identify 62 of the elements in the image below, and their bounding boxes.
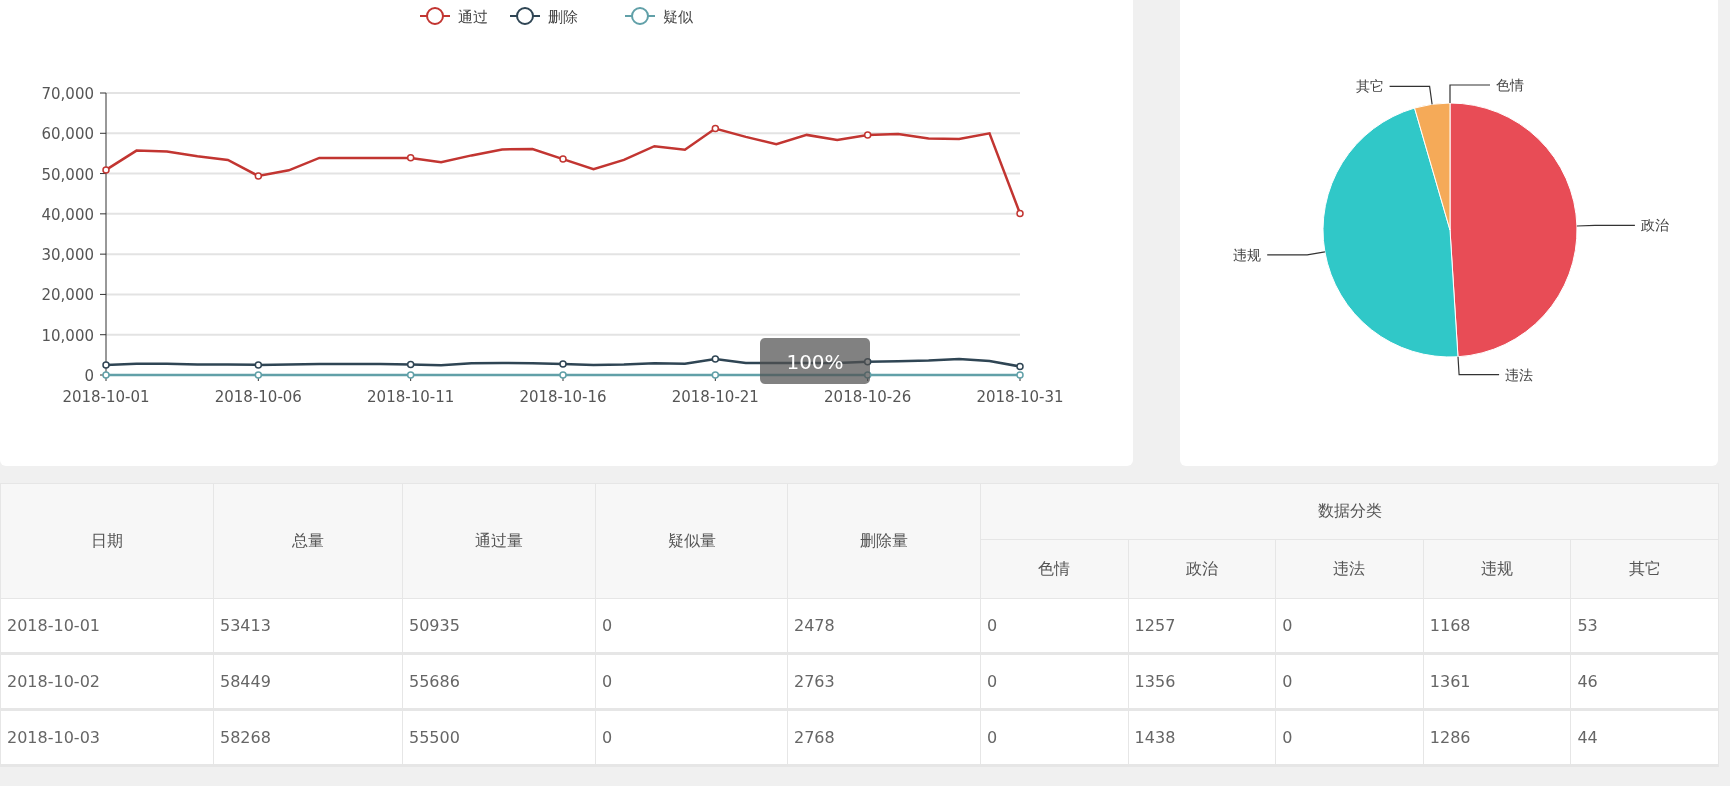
table-cell: 0 bbox=[980, 598, 1129, 654]
column-header: 通过量 bbox=[402, 483, 596, 599]
column-header: 其它 bbox=[1570, 539, 1719, 599]
axis-label: 2018-10-21 bbox=[671, 388, 759, 406]
axis-label: 2018-10-31 bbox=[976, 388, 1064, 406]
table-cell: 55500 bbox=[402, 709, 596, 766]
table-cell: 0 bbox=[1275, 598, 1424, 654]
table-cell: 58268 bbox=[213, 709, 403, 766]
column-header: 色情 bbox=[980, 539, 1129, 599]
slice-label: 违法 bbox=[1505, 366, 1534, 383]
axis-label: 30,000 bbox=[41, 246, 94, 265]
table-cell: 2763 bbox=[787, 653, 981, 710]
column-header: 总量 bbox=[213, 483, 403, 599]
axis-label: 10,000 bbox=[41, 326, 94, 345]
slice-label: 色情 bbox=[1496, 77, 1524, 93]
table-cell: 1257 bbox=[1128, 598, 1276, 654]
axis-label: 50,000 bbox=[41, 165, 94, 184]
axis-label: 70,000 bbox=[41, 85, 94, 103]
table-cell: 0 bbox=[1275, 653, 1424, 710]
slice-label: 违规 bbox=[1233, 246, 1262, 263]
table-cell: 44 bbox=[1570, 709, 1719, 766]
column-header: 政治 bbox=[1128, 539, 1276, 599]
axis-label: 40,000 bbox=[41, 205, 94, 224]
table-cell: 1168 bbox=[1423, 598, 1571, 654]
table-cell: 0 bbox=[1275, 709, 1424, 766]
table-cell: 2018-10-02 bbox=[0, 653, 214, 710]
axis-label: 2018-10-06 bbox=[214, 388, 302, 406]
table-cell: 2018-10-03 bbox=[0, 709, 214, 766]
table-cell: 1286 bbox=[1423, 709, 1571, 766]
table-cell: 1438 bbox=[1128, 709, 1276, 766]
axis-label: 60,000 bbox=[41, 125, 94, 144]
table-cell: 58449 bbox=[213, 653, 403, 710]
slice-label: 政治 bbox=[1640, 217, 1669, 234]
table-cell: 1361 bbox=[1423, 653, 1571, 710]
table-cell: 0 bbox=[595, 653, 788, 710]
table-cell: 53413 bbox=[213, 598, 403, 654]
column-header: 违法 bbox=[1275, 539, 1424, 599]
slice-label: 其它 bbox=[1355, 78, 1384, 95]
table-cell: 2018-10-01 bbox=[0, 598, 214, 654]
table-cell: 2768 bbox=[787, 709, 981, 766]
column-header: 日期 bbox=[0, 483, 214, 599]
zoom-badge: 100% bbox=[760, 338, 870, 384]
table-cell: 2478 bbox=[787, 598, 981, 654]
axis-label: 2018-10-26 bbox=[824, 388, 912, 406]
column-group-header: 数据分类 bbox=[980, 483, 1719, 540]
table-cell: 0 bbox=[595, 709, 788, 766]
table-cell: 53 bbox=[1570, 598, 1719, 654]
column-header: 删除量 bbox=[787, 483, 981, 599]
column-header: 违规 bbox=[1423, 539, 1571, 599]
axis-label: 2018-10-01 bbox=[62, 388, 150, 406]
axis-label: 20,000 bbox=[41, 286, 94, 305]
column-header: 疑似量 bbox=[595, 483, 788, 599]
table-cell: 46 bbox=[1570, 653, 1719, 710]
table-cell: 50935 bbox=[402, 598, 596, 654]
table-cell: 55686 bbox=[402, 653, 596, 710]
table-cell: 0 bbox=[980, 709, 1129, 766]
table-cell: 0 bbox=[980, 653, 1129, 710]
table-cell: 1356 bbox=[1128, 653, 1276, 710]
axis-label: 2018-10-11 bbox=[367, 388, 455, 406]
axis-label: 0 bbox=[84, 367, 94, 385]
table-cell: 0 bbox=[595, 598, 788, 654]
axis-label: 2018-10-16 bbox=[519, 388, 607, 406]
